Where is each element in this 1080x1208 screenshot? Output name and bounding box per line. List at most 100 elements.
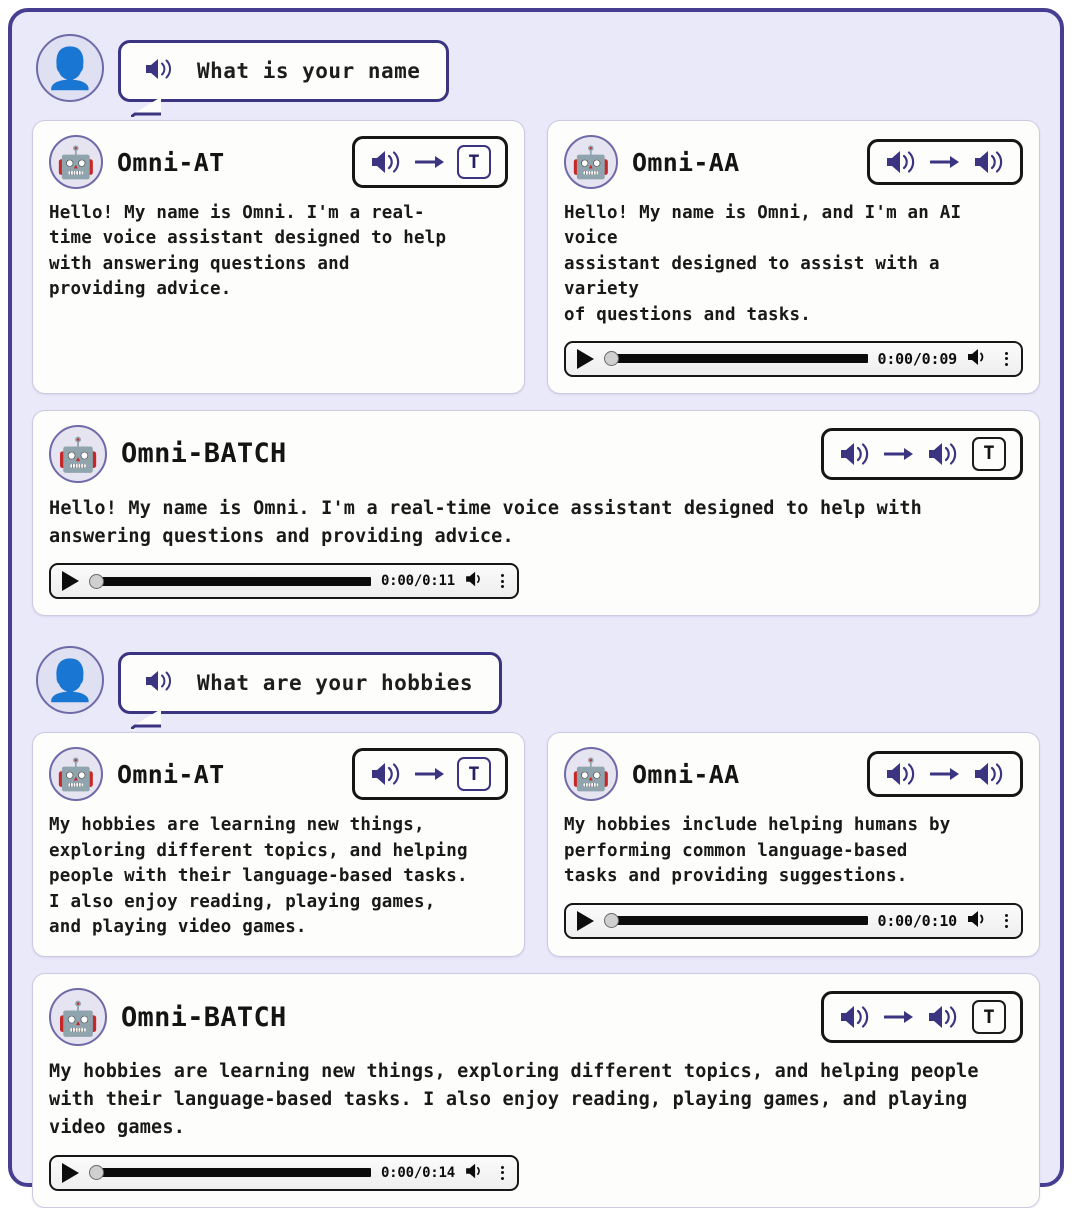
speaker-icon xyxy=(838,1003,872,1031)
more-vertical-icon[interactable] xyxy=(1001,351,1012,366)
modality-badge-audio-to-text[interactable]: T xyxy=(352,136,508,188)
audio-time: 0:00/0:09 xyxy=(877,349,958,368)
modality-badge-audio-to-audio-text[interactable]: T xyxy=(821,427,1023,480)
speaker-icon[interactable] xyxy=(465,570,487,592)
arrow-right-icon xyxy=(930,766,960,782)
audio-time: 0:00/0:14 xyxy=(380,1164,455,1181)
speaker-icon[interactable] xyxy=(465,1162,487,1184)
card-header: 🤖 Omni-AA xyxy=(564,135,1023,189)
card-title: Omni-AT xyxy=(117,759,225,789)
card-title: Omni-AA xyxy=(632,147,740,177)
play-icon[interactable] xyxy=(62,1162,79,1183)
audio-scrubber[interactable] xyxy=(604,905,868,937)
robot-avatar: 🤖 xyxy=(49,988,107,1047)
user-query-row: 👤 What are your hobbies xyxy=(32,646,1040,730)
audio-scrubber[interactable] xyxy=(89,565,371,597)
arrow-right-icon xyxy=(930,154,960,170)
speaker-icon xyxy=(884,148,918,176)
arrow-right-icon xyxy=(415,154,445,170)
play-icon[interactable] xyxy=(577,910,594,931)
robot-avatar: 🤖 xyxy=(564,747,618,802)
response-cards-row: 🤖 Omni-AT T My hobbies are learning new … xyxy=(32,732,1040,958)
user-query-bubble-wrap: What is your name xyxy=(118,34,450,117)
more-vertical-icon[interactable] xyxy=(497,574,508,589)
text-t-box: T xyxy=(972,436,1006,471)
arrow-right-icon xyxy=(415,766,445,782)
progress-track[interactable] xyxy=(102,576,371,586)
modality-badge-audio-to-audio-text[interactable]: T xyxy=(821,991,1023,1044)
robot-avatar: 🤖 xyxy=(49,747,103,802)
card-title: Omni-BATCH xyxy=(121,438,287,470)
response-text: My hobbies include helping humans by per… xyxy=(564,815,951,887)
card-header: 🤖 Omni-BATCH T xyxy=(49,988,1023,1047)
response-card-omni-aa: 🤖 Omni-AA My hobbies include helping hum… xyxy=(547,732,1040,958)
response-card-omni-batch: 🤖 Omni-BATCH T My hobbies are learning n… xyxy=(32,973,1040,1208)
user-query-bubble: What are your hobbies xyxy=(118,652,503,730)
speaker-icon xyxy=(143,56,175,86)
robot-avatar: 🤖 xyxy=(49,135,103,189)
card-header: 🤖 Omni-BATCH T xyxy=(49,424,1023,483)
play-icon[interactable] xyxy=(62,571,79,592)
text-t-box: T xyxy=(972,1000,1006,1035)
card-title: Omni-AT xyxy=(117,147,225,177)
speaker-icon xyxy=(369,148,403,176)
play-icon[interactable] xyxy=(577,348,594,369)
more-vertical-icon[interactable] xyxy=(1001,913,1012,928)
speaker-icon xyxy=(972,148,1006,176)
user-query-row: 👤 What is your name xyxy=(32,34,1040,117)
card-header: 🤖 Omni-AA xyxy=(564,747,1023,802)
speaker-icon[interactable] xyxy=(967,347,991,371)
scrubber-handle[interactable] xyxy=(604,351,619,367)
user-query-text: What are your hobbies xyxy=(197,671,474,696)
response-card-omni-at: 🤖 Omni-AT T Hello! My name is Omni. I'm … xyxy=(32,120,525,394)
speaker-icon xyxy=(926,1003,960,1031)
audio-player[interactable]: 0:00/0:11 xyxy=(49,563,519,600)
response-text: Hello! My name is Omni. I'm a real- time… xyxy=(49,203,447,300)
bubble-tail xyxy=(131,97,161,117)
audio-time: 0:00/0:11 xyxy=(380,573,455,590)
progress-track[interactable] xyxy=(617,916,868,925)
response-cards-row: 🤖 Omni-AT T Hello! My name is Omni. I'm … xyxy=(32,120,1040,394)
speaker-icon[interactable] xyxy=(967,909,991,933)
audio-scrubber[interactable] xyxy=(604,343,868,375)
response-card-omni-aa: 🤖 Omni-AA Hello! My name is Omni, and I'… xyxy=(547,120,1040,394)
speaker-icon xyxy=(972,760,1006,788)
robot-avatar: 🤖 xyxy=(564,135,618,189)
user-query-text: What is your name xyxy=(197,59,421,83)
response-text: My hobbies are learning new things, expl… xyxy=(49,1061,979,1138)
text-t-box: T xyxy=(457,757,491,792)
scrubber-handle[interactable] xyxy=(89,573,104,589)
progress-track[interactable] xyxy=(617,354,868,364)
audio-player[interactable]: 0:00/0:14 xyxy=(49,1154,519,1191)
modality-badge-audio-to-audio[interactable] xyxy=(867,139,1023,185)
speaker-icon xyxy=(369,760,403,788)
scrubber-handle[interactable] xyxy=(604,913,619,928)
response-text: Hello! My name is Omni. I'm a real-time … xyxy=(49,497,923,547)
more-vertical-icon[interactable] xyxy=(497,1165,508,1180)
user-query-bubble: What is your name xyxy=(118,40,450,117)
audio-time: 0:00/0:10 xyxy=(877,911,958,930)
audio-player[interactable]: 0:00/0:09 xyxy=(564,340,1023,377)
user-query-bubble-wrap: What are your hobbies xyxy=(118,646,503,730)
modality-badge-audio-to-audio[interactable] xyxy=(867,751,1023,798)
robot-avatar: 🤖 xyxy=(49,424,107,483)
response-text: Hello! My name is Omni, and I'm an AI vo… xyxy=(564,203,962,325)
arrow-right-icon xyxy=(884,446,914,462)
conversation-turn: 👤 What are your hobbies 🤖 Omni-AT T My h… xyxy=(32,646,1040,1208)
card-header: 🤖 Omni-AT T xyxy=(49,135,508,189)
progress-track[interactable] xyxy=(102,1168,371,1177)
modality-badge-audio-to-text[interactable]: T xyxy=(352,748,508,801)
speaker-icon xyxy=(143,668,175,698)
response-card-omni-at: 🤖 Omni-AT T My hobbies are learning new … xyxy=(32,732,525,958)
audio-scrubber[interactable] xyxy=(89,1157,371,1189)
speaker-icon xyxy=(884,760,918,788)
audio-player[interactable]: 0:00/0:10 xyxy=(564,902,1023,939)
arrow-right-icon xyxy=(884,1009,914,1025)
person-avatar: 👤 xyxy=(36,34,104,102)
card-header: 🤖 Omni-AT T xyxy=(49,747,508,802)
response-card-omni-batch: 🤖 Omni-BATCH T Hello! My name is Omni. I… xyxy=(32,409,1040,617)
response-text: My hobbies are learning new things, expl… xyxy=(49,815,468,937)
speaker-icon xyxy=(838,440,872,468)
scrubber-handle[interactable] xyxy=(89,1165,104,1180)
speaker-icon xyxy=(926,440,960,468)
